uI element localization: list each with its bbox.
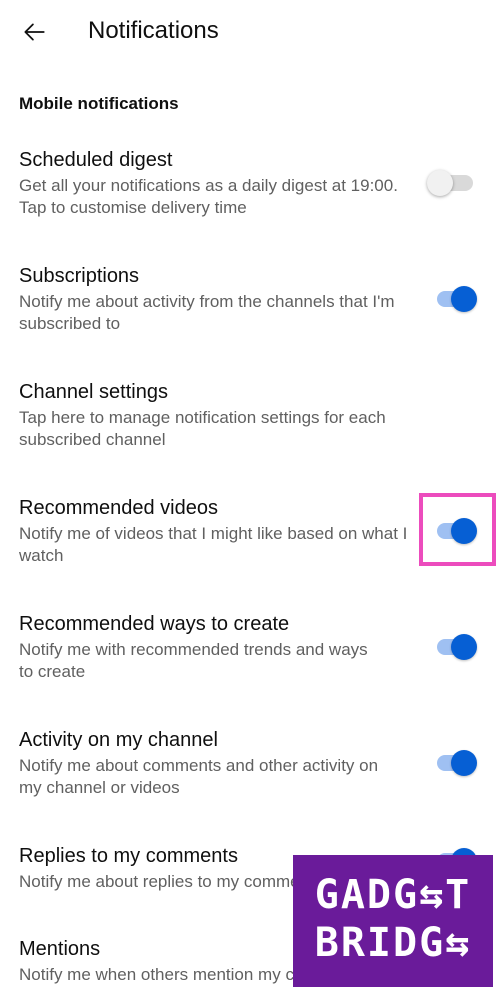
setting-description: Notify me about comments and other activ… bbox=[19, 756, 379, 797]
gadget-bridge-watermark: GADG⇆T BRIDG⇆ bbox=[293, 855, 493, 987]
setting-activity-on-my-channel[interactable]: Activity on my channel Notify me about c… bbox=[0, 727, 504, 807]
setting-description: Tap here to manage notification settings… bbox=[19, 408, 386, 449]
notifications-screen: Notifications Mobile notifications Sched… bbox=[0, 0, 504, 1000]
setting-title: Recommended videos bbox=[19, 497, 218, 519]
setting-description: Notify me with recommended trends and wa… bbox=[19, 640, 368, 681]
setting-title: Scheduled digest bbox=[19, 149, 173, 171]
app-header: Notifications bbox=[0, 0, 504, 64]
toggle-knob bbox=[451, 634, 477, 660]
setting-title: Channel settings bbox=[19, 381, 168, 403]
recommended-ways-toggle[interactable] bbox=[425, 632, 481, 662]
recommended-videos-toggle[interactable] bbox=[425, 516, 481, 546]
toggle-knob bbox=[451, 286, 477, 312]
setting-title: Subscriptions bbox=[19, 265, 140, 287]
watermark-line-2: BRIDG⇆ bbox=[314, 920, 472, 966]
watermark-line-1: GADG⇆T bbox=[314, 872, 472, 918]
setting-scheduled-digest[interactable]: Scheduled digest Get all your notificati… bbox=[0, 147, 504, 227]
toggle-knob bbox=[451, 750, 477, 776]
scheduled-digest-toggle[interactable] bbox=[425, 168, 481, 198]
setting-title: Replies to my comments bbox=[19, 845, 238, 867]
subscriptions-toggle[interactable] bbox=[425, 284, 481, 314]
setting-description: Notify me of videos that I might like ba… bbox=[19, 524, 408, 565]
setting-title: Mentions bbox=[19, 938, 101, 960]
setting-description: Get all your notifications as a daily di… bbox=[19, 176, 398, 217]
back-button[interactable] bbox=[14, 12, 54, 52]
toggle-knob bbox=[451, 518, 477, 544]
setting-channel-settings[interactable]: Channel settings Tap here to manage noti… bbox=[0, 379, 504, 459]
setting-subscriptions[interactable]: Subscriptions Notify me about activity f… bbox=[0, 263, 504, 343]
activity-on-channel-toggle[interactable] bbox=[425, 748, 481, 778]
arrow-left-icon bbox=[24, 23, 45, 41]
setting-recommended-videos[interactable]: Recommended videos Notify me of videos t… bbox=[0, 495, 504, 575]
setting-title: Recommended ways to create bbox=[19, 613, 290, 635]
toggle-knob bbox=[427, 170, 453, 196]
section-title: Mobile notifications bbox=[19, 94, 179, 113]
setting-recommended-ways-to-create[interactable]: Recommended ways to create Notify me wit… bbox=[0, 611, 504, 691]
setting-description: Notify me about activity from the channe… bbox=[19, 292, 395, 333]
setting-title: Activity on my channel bbox=[19, 729, 218, 751]
page-title: Notifications bbox=[88, 17, 219, 44]
